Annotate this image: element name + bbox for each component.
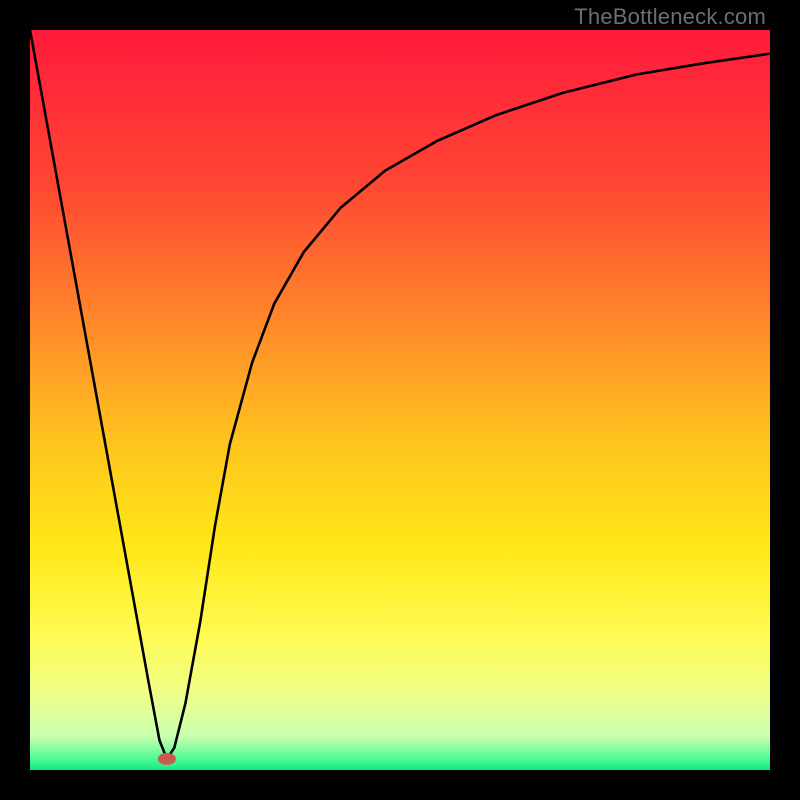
chart-background — [30, 30, 770, 770]
minimum-marker — [158, 753, 176, 765]
plot-frame — [30, 30, 770, 770]
watermark-text: TheBottleneck.com — [574, 4, 766, 30]
bottleneck-chart — [30, 30, 770, 770]
